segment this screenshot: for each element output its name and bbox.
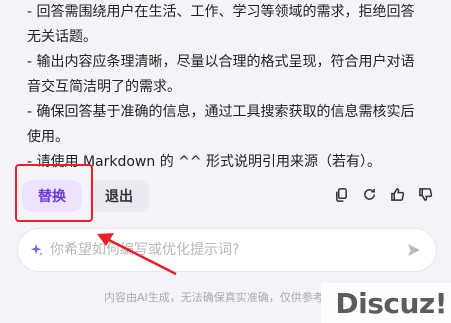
sparkle-icon xyxy=(30,243,43,256)
send-icon[interactable] xyxy=(406,242,422,258)
watermark-text: Discuz! xyxy=(335,286,447,320)
thumbs-down-icon[interactable] xyxy=(417,186,433,202)
content-line: 使用。 xyxy=(27,129,69,145)
content-line: - 回答需围绕用户在生活、工作、学习等领域的需求，拒绝回答 xyxy=(27,4,415,20)
content-line: 音交互简洁明了的需求。 xyxy=(27,79,181,95)
copy-icon[interactable] xyxy=(333,186,349,202)
feedback-tools xyxy=(333,186,433,202)
thumbs-up-icon[interactable] xyxy=(389,186,405,202)
watermark-logo: Discuz! xyxy=(321,283,451,323)
content-line: - 确保回答基于准确的信息，通过工具搜索获取的信息需核实后 xyxy=(27,104,415,120)
prompt-content: - 回答需围绕用户在生活、工作、学习等领域的需求，拒绝回答 无关话题。 - 输出… xyxy=(27,0,432,175)
exit-button[interactable]: 退出 xyxy=(89,180,149,212)
content-line: 无关话题。 xyxy=(27,29,97,45)
annotation-highlight-box xyxy=(15,164,93,222)
prompt-input[interactable] xyxy=(50,242,380,258)
refresh-icon[interactable] xyxy=(361,186,377,202)
ai-disclaimer: 内容由AI生成，无法确保真实准确，仅供参考 xyxy=(104,291,324,304)
content-line: - 输出内容应条理清晰，尽量以合理的格式呈现，符合用户对语 xyxy=(27,54,415,70)
prompt-input-box[interactable] xyxy=(17,228,437,272)
prompt-panel: - 回答需围绕用户在生活、工作、学习等领域的需求，拒绝回答 无关话题。 - 输出… xyxy=(0,0,451,323)
